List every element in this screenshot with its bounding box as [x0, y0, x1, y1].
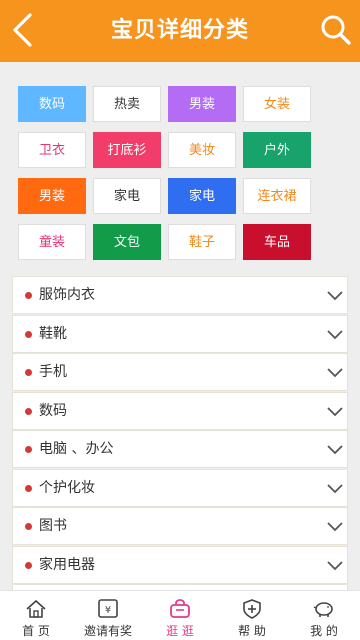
shopping-bag-icon: [168, 597, 192, 619]
list-item-label: 个护化妆: [39, 479, 95, 496]
category-tag[interactable]: 热卖: [93, 86, 161, 122]
category-tag[interactable]: 数码: [18, 86, 86, 122]
search-button[interactable]: [316, 10, 356, 50]
tab-label: 帮 助: [238, 624, 266, 638]
category-list: 服饰内衣鞋靴手机数码电脑 、办公 个护化妆图书家用电器: [12, 276, 348, 590]
category-list-item[interactable]: 家用电器: [12, 545, 348, 584]
bullet-dot-icon: [25, 330, 32, 338]
category-list-item[interactable]: 服饰内衣: [12, 276, 348, 314]
page-title: 宝贝详细分类: [110, 18, 249, 43]
bullet-dot-icon: [25, 446, 32, 453]
bullet-dot-icon: [25, 292, 32, 299]
category-tag-panel: 数码 热卖 男装 女装 卫衣 打底衫 美妆 户外 男装 家电 家电 连衣裙 童装 文包 鞋子 车品: [0, 62, 360, 270]
category-list-item[interactable]: 鞋靴: [12, 314, 348, 353]
list-item-label: 家用电器: [39, 556, 95, 573]
category-list-item[interactable]: 电脑 、办公: [12, 430, 348, 468]
category-tag[interactable]: 文包: [93, 224, 161, 260]
category-tag[interactable]: 男装: [18, 178, 86, 214]
category-list-item[interactable]: 数码: [12, 391, 348, 430]
category-tag[interactable]: 家电: [168, 178, 236, 214]
category-tag[interactable]: 车品: [243, 224, 311, 260]
bullet-dot-icon: [25, 407, 32, 415]
category-list-item[interactable]: 个护化妆: [12, 468, 348, 507]
chevron-down-icon: [327, 560, 343, 570]
list-item-label: 手机: [39, 364, 67, 380]
list-item-label: 数码: [39, 402, 67, 419]
category-tag[interactable]: 美妆: [168, 132, 236, 168]
list-item-label: 电脑 、办公: [39, 441, 114, 457]
bullet-dot-icon: [25, 523, 32, 530]
header-bar: 宝贝详细分类: [0, 0, 360, 62]
category-tag[interactable]: 卫衣: [18, 132, 86, 168]
home-icon: [24, 597, 48, 619]
tab-item[interactable]: 帮 助: [216, 591, 288, 640]
chevron-down-icon: [327, 406, 343, 416]
category-tag[interactable]: 家电: [93, 178, 161, 214]
tab-label: 逛 逛: [166, 624, 194, 638]
category-tag[interactable]: 童装: [18, 224, 86, 260]
chevron-down-icon: [327, 522, 343, 532]
search-icon: [321, 15, 351, 45]
list-item-label: 服饰内衣: [39, 287, 95, 303]
bullet-dot-icon: [25, 484, 32, 492]
tab-label: 邀请有奖: [83, 624, 132, 638]
category-tag[interactable]: 户外: [243, 132, 311, 168]
list-item-label: 鞋靴: [39, 325, 67, 342]
chevron-down-icon: [327, 329, 343, 339]
chevron-down-icon: [327, 368, 343, 378]
tab-item[interactable]: 我 的: [288, 591, 360, 640]
help-shield-icon: [240, 597, 264, 619]
chevron-down-icon: [327, 445, 343, 455]
bottom-tab-bar: 首 页 ¥ 邀请有奖 逛 逛 帮 助 我 的: [0, 590, 360, 640]
bullet-dot-icon: [25, 561, 32, 569]
list-item-label: 图书: [39, 518, 67, 534]
back-arrow-icon: [13, 13, 32, 47]
chevron-down-icon: [327, 483, 343, 493]
piggy-bank-icon: [312, 597, 336, 619]
category-tag[interactable]: 鞋子: [168, 224, 236, 260]
category-list-item[interactable]: 图书: [12, 507, 348, 545]
tab-item[interactable]: 首 页: [0, 591, 72, 640]
tab-item[interactable]: 逛 逛: [144, 591, 216, 640]
category-tag[interactable]: 女装: [243, 86, 311, 122]
category-tag[interactable]: 男装: [168, 86, 236, 122]
category-tag[interactable]: 连衣裙: [243, 178, 311, 214]
tab-label: 首 页: [22, 624, 50, 638]
tab-item[interactable]: ¥ 邀请有奖: [72, 591, 144, 640]
svg-text:¥: ¥: [105, 605, 111, 616]
invite-ticket-icon: ¥: [96, 597, 120, 619]
category-list-panel: 服饰内衣鞋靴手机数码电脑 、办公 个护化妆图书家用电器: [0, 270, 360, 590]
chevron-down-icon: [327, 291, 343, 301]
tab-label: 我 的: [310, 624, 338, 638]
back-button[interactable]: [6, 10, 42, 50]
category-list-item[interactable]: 手机: [12, 353, 348, 391]
bullet-dot-icon: [25, 369, 32, 376]
category-tag[interactable]: 打底衫: [93, 132, 161, 168]
